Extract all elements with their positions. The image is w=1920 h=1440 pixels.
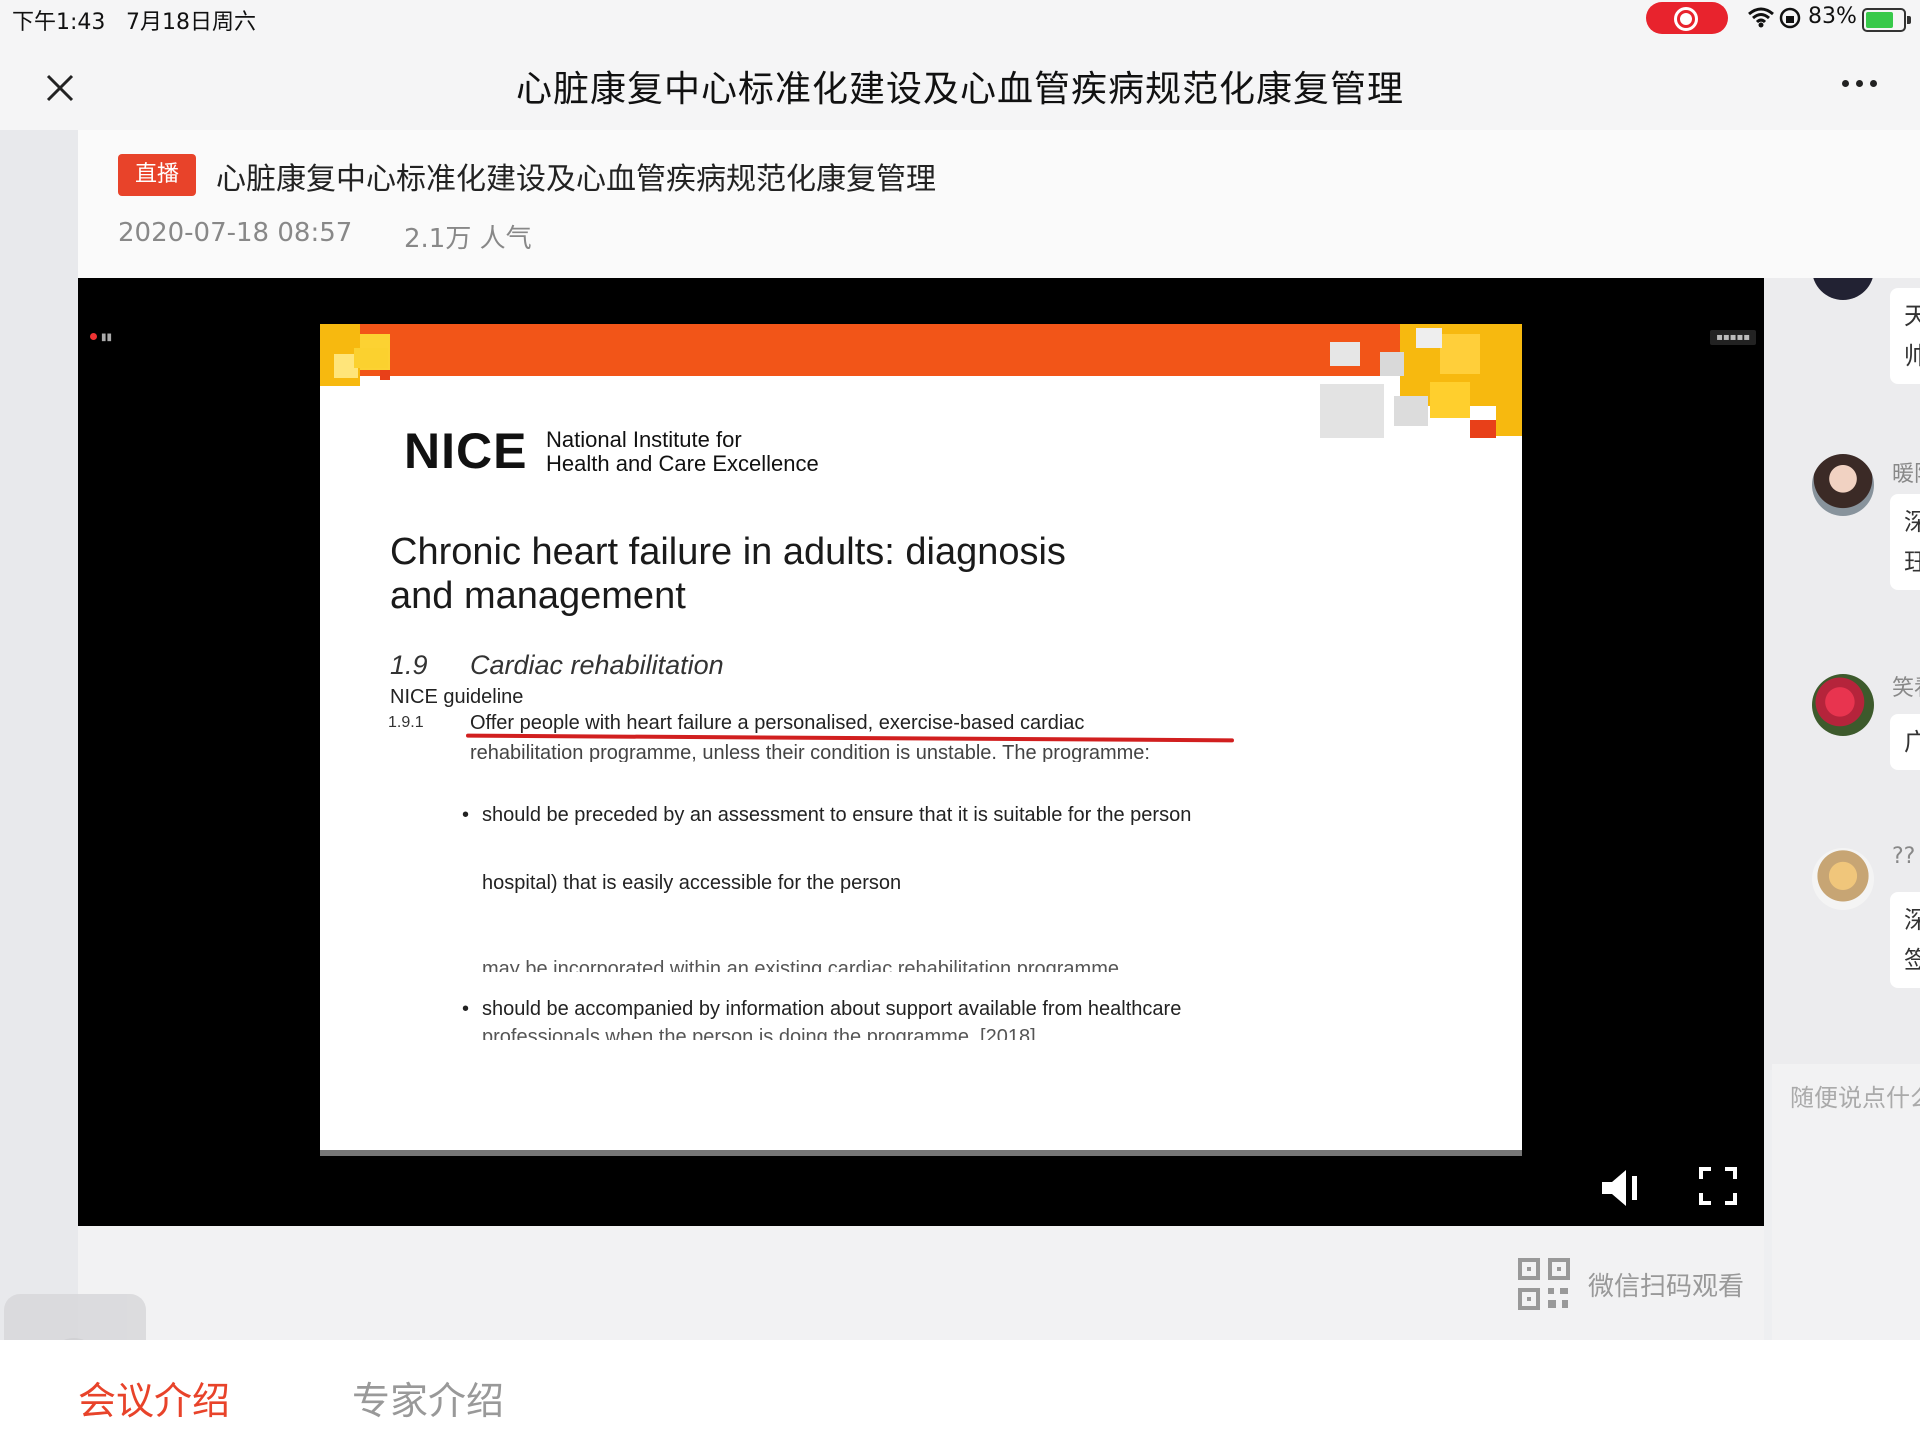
nav-bar: 心脏康复中心标准化建设及心血管疾病规范化康复管理 [0, 38, 1920, 130]
recommendation-line-1: Offer people with heart failure a person… [470, 712, 1085, 734]
chat-bubble: 广 [1890, 714, 1920, 770]
decor-square [1320, 384, 1384, 438]
status-date: 7月18日周六 [126, 10, 256, 35]
bullet-text: may be incorporated within an existing c… [482, 958, 1119, 972]
below-video-bar: 微信扫码观看 [78, 1226, 1764, 1340]
bullet-continuation: professionals when the person is doing t… [482, 1026, 1036, 1040]
event-title: 心脏康复中心标准化建设及心血管疾病规范化康复管理 [216, 162, 936, 197]
wifi-icon [1748, 7, 1774, 28]
chat-username: 暖阳 [1892, 462, 1920, 487]
battery-icon [1862, 8, 1911, 32]
decor-square [354, 348, 388, 368]
decor-square [1330, 342, 1360, 366]
slide-heading-line-2: and management [390, 575, 686, 617]
status-time: 下午1:43 [12, 10, 106, 35]
guideline-label: NICE guideline [390, 686, 524, 708]
recommendation-line-2: rehabilitation programme, unless their c… [470, 742, 1150, 762]
recording-indicator-icon: ▮▮ [90, 332, 112, 343]
decor-square [1380, 352, 1404, 376]
chat-input-area: 随便说点什么 [1772, 1064, 1920, 1340]
decor-square [1430, 382, 1470, 418]
recommendation-number: 1.9.1 [388, 714, 424, 731]
event-datetime: 2020-07-18 08:57 [118, 218, 353, 248]
fullscreen-icon[interactable] [1698, 1166, 1738, 1206]
decor-square [1470, 420, 1496, 438]
live-badge: 直播 [118, 154, 196, 196]
chat-bubble: 深 签 [1890, 892, 1920, 988]
tab-expert-intro[interactable]: 专家介绍 [352, 1370, 504, 1425]
tab-bar: 会议介绍 专家介绍 [0, 1340, 1920, 1440]
battery-percent: 83% [1808, 4, 1857, 29]
section-number: 1.9 [390, 650, 428, 680]
qr-code-icon[interactable] [1518, 1258, 1570, 1310]
bullet-item: •may be incorporated within an existing … [482, 958, 1119, 972]
screen-recording-icon[interactable] [1646, 2, 1728, 34]
chat-bubble: 天 帅 [1890, 288, 1920, 384]
bullet-text: hospital) that is easily accessible for … [482, 872, 902, 894]
bullet-continuation: hospital) that is easily accessible for … [482, 872, 901, 895]
nice-sub-line-2: Health and Care Excellence [546, 451, 819, 476]
left-gutter [0, 130, 78, 1340]
decor-square [1416, 328, 1442, 348]
avatar [1812, 278, 1874, 300]
video-player[interactable]: ▮▮ ▪▪▪▪▪ NICE National Institute for Hea… [78, 278, 1764, 1226]
decor-square [1394, 396, 1428, 426]
bullet-text: should be accompanied by information abo… [482, 998, 1182, 1020]
bullet-text: should be preceded by an assessment to e… [482, 804, 1192, 826]
nice-logo-subtitle: National Institute for Health and Care E… [546, 428, 819, 476]
nice-sub-line-1: National Institute for [546, 427, 742, 452]
presentation-slide: NICE National Institute for Health and C… [320, 324, 1522, 1156]
section-title: Cardiac rehabilitation [470, 650, 724, 680]
bullet-item: • should be preceded by an assessment to … [462, 804, 1192, 826]
slide-heading: Chronic heart failure in adults: diagnos… [390, 530, 1290, 618]
decor-square [380, 370, 390, 380]
page-title: 心脏康复中心标准化建设及心血管疾病规范化康复管理 [515, 69, 1404, 110]
more-options-icon[interactable] [1836, 68, 1884, 98]
tab-meeting-intro[interactable]: 会议介绍 [78, 1370, 230, 1425]
avatar [1812, 454, 1874, 516]
bullet-item: • should be accompanied by information ab… [462, 998, 1182, 1020]
avatar [1812, 848, 1874, 910]
slide-heading-line-1: Chronic heart failure in adults: diagnos… [390, 531, 1066, 573]
chat-panel[interactable]: 天 帅 暖阳 深 玨 笑看 广 ?? 深 签 [1764, 278, 1920, 1070]
qr-label[interactable]: 微信扫码观看 [1588, 1266, 1744, 1303]
chat-input[interactable]: 随便说点什么 [1790, 1078, 1920, 1113]
chat-username: 笑看 [1892, 676, 1920, 701]
nice-logo: NICE [404, 423, 528, 479]
bullet-text: professionals when the person is doing t… [482, 1026, 1036, 1040]
volume-icon[interactable] [1600, 1166, 1646, 1210]
rotation-lock-icon [1779, 7, 1801, 29]
video-timecode-icon: ▪▪▪▪▪ [1710, 330, 1756, 345]
chat-username: ?? [1892, 844, 1916, 869]
chat-bubble: 深 玨 [1890, 494, 1920, 590]
event-popularity: 2.1万 人气 [404, 224, 532, 254]
avatar [1812, 674, 1874, 736]
decor-square [1440, 334, 1480, 374]
status-bar: 下午1:43 7月18日周六 83% [0, 0, 1920, 38]
event-info: 直播 心脏康复中心标准化建设及心血管疾病规范化康复管理 2020-07-18 0… [78, 130, 1920, 278]
decor-square [1496, 406, 1522, 436]
